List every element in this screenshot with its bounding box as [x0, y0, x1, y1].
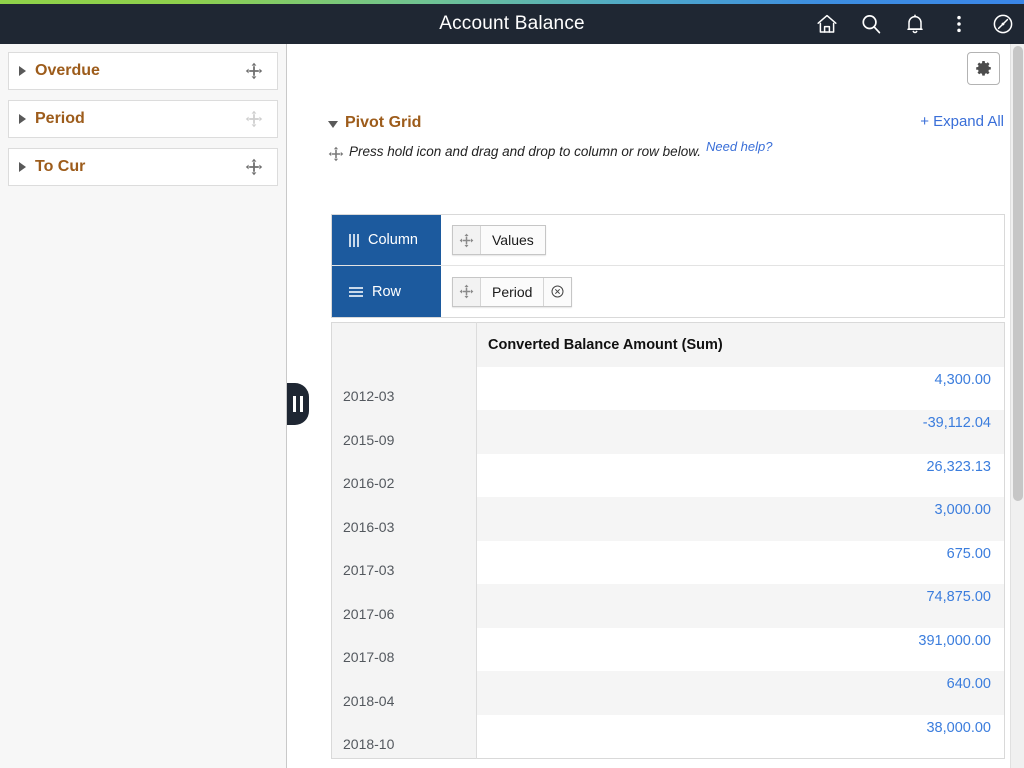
- table-row-label: 2017-06: [331, 584, 477, 628]
- table-row[interactable]: 2017-03 675.00: [331, 540, 1005, 584]
- chevron-right-icon: [19, 114, 26, 124]
- dropzone-column-label: Column: [332, 215, 441, 265]
- chevron-right-icon: [19, 66, 26, 76]
- drag-move-icon[interactable]: [453, 226, 481, 254]
- app-header: Account Balance: [0, 4, 1024, 44]
- dropzone-column[interactable]: Column Values: [332, 215, 1004, 266]
- pivot-data-table: Converted Balance Amount (Sum) 2012-03 4…: [331, 322, 1005, 759]
- drag-move-icon[interactable]: [453, 277, 481, 306]
- drag-move-icon[interactable]: [245, 62, 263, 80]
- chevron-right-icon: [19, 162, 26, 172]
- pivot-hint-text: Press hold icon and drag and drop to col…: [349, 144, 701, 159]
- row-bars-icon: [349, 286, 363, 297]
- table-row-label: 2018-10: [331, 714, 477, 758]
- table-row-label: 2017-08: [331, 627, 477, 671]
- sidebar-item-period[interactable]: Period: [8, 100, 278, 138]
- handle-bar: [300, 396, 303, 412]
- navbar-compass-icon[interactable]: [988, 9, 1018, 39]
- remove-field-icon[interactable]: [543, 277, 571, 306]
- table-cell-value: 675.00: [946, 545, 991, 562]
- table-cell-value: 391,000.00: [918, 632, 991, 649]
- sidebar-item-label: Period: [35, 110, 85, 127]
- chevron-down-icon[interactable]: [328, 120, 338, 128]
- field-token-label: Values: [492, 232, 534, 248]
- dropzone-column-field[interactable]: Values: [441, 215, 1004, 265]
- table-row-label: 2017-03: [331, 540, 477, 584]
- pivot-grid-title: Pivot Grid: [345, 114, 422, 131]
- table-cell-value: 74,875.00: [476, 584, 1005, 628]
- table-row[interactable]: 2016-02 26,323.13: [331, 453, 1005, 497]
- column-bars-icon: [349, 233, 359, 247]
- table-cell-value: -39,112.04: [476, 410, 1005, 454]
- table-measure-header: Converted Balance Amount (Sum): [476, 322, 1005, 367]
- dropzone-zone-name: Row: [372, 283, 402, 300]
- table-cell-value: 26,323.13: [926, 458, 991, 475]
- field-token-values[interactable]: Values: [452, 225, 546, 255]
- need-help-link[interactable]: Need help?: [706, 139, 773, 154]
- table-corner-cell: [331, 322, 477, 367]
- table-header-row: Converted Balance Amount (Sum): [331, 322, 1005, 367]
- notifications-bell-icon[interactable]: [900, 9, 930, 39]
- field-token-period[interactable]: Period: [452, 276, 573, 307]
- table-row-label: 2012-03: [331, 366, 477, 410]
- table-row-label: 2016-02: [331, 453, 477, 497]
- sidebar-item-to-cur[interactable]: To Cur: [8, 148, 278, 186]
- actions-menu-icon[interactable]: [944, 9, 974, 39]
- vertical-scrollbar[interactable]: [1010, 44, 1024, 768]
- table-row[interactable]: 2017-08 391,000.00: [331, 627, 1005, 671]
- drag-move-icon: [328, 146, 344, 162]
- table-body: 2012-03 4,300.00 2015-09 -39,112.04 2016…: [331, 366, 1005, 758]
- gear-icon[interactable]: [967, 52, 1000, 85]
- table-cell-value: 4,300.00: [934, 371, 991, 388]
- header-icon-group: [812, 4, 1018, 44]
- table-row-label: 2018-04: [331, 671, 477, 715]
- expand-all-link[interactable]: + Expand All: [920, 113, 1004, 130]
- dropzone-row-field[interactable]: Period: [441, 266, 1004, 317]
- table-row[interactable]: 2017-06 74,875.00: [331, 584, 1005, 628]
- main-content: Pivot Grid + Expand All Press hold icon …: [288, 44, 1024, 768]
- dropzone-zone-name: Column: [368, 232, 418, 248]
- table-row[interactable]: 2018-04 640.00: [331, 671, 1005, 715]
- search-icon[interactable]: [856, 9, 886, 39]
- table-row-label: 2015-09: [331, 410, 477, 454]
- sidebar-item-overdue[interactable]: Overdue: [8, 52, 278, 90]
- handle-bar: [293, 396, 296, 412]
- sidebar-collapse-handle[interactable]: [287, 383, 309, 425]
- table-row[interactable]: 2012-03 4,300.00: [331, 366, 1005, 410]
- sidebar-item-label: Overdue: [35, 62, 100, 79]
- sidebar-item-label: To Cur: [35, 158, 86, 175]
- dropzone-row[interactable]: Row Period: [332, 266, 1004, 317]
- left-sidebar: Overdue Period To Cur: [0, 44, 287, 768]
- table-cell-value: 38,000.00: [926, 719, 991, 736]
- pivot-grid-hint: Press hold icon and drag and drop to col…: [328, 139, 1004, 162]
- dropzone-row-label: Row: [332, 266, 441, 317]
- pivot-dropzones: Column Values Row Period: [331, 214, 1005, 318]
- field-token-label: Period: [492, 283, 533, 300]
- table-row-label: 2016-03: [331, 497, 477, 541]
- drag-move-icon[interactable]: [245, 158, 263, 176]
- pivot-grid-header: Pivot Grid + Expand All: [328, 113, 1004, 132]
- table-row[interactable]: 2015-09 -39,112.04: [331, 410, 1005, 454]
- table-row[interactable]: 2018-10 38,000.00: [331, 714, 1005, 758]
- vertical-scrollbar-thumb[interactable]: [1013, 46, 1023, 501]
- drag-move-icon: [245, 110, 263, 128]
- table-cell-value: 640.00: [476, 671, 1005, 715]
- table-cell-value: 3,000.00: [476, 497, 1005, 541]
- home-icon[interactable]: [812, 9, 842, 39]
- table-row[interactable]: 2016-03 3,000.00: [331, 497, 1005, 541]
